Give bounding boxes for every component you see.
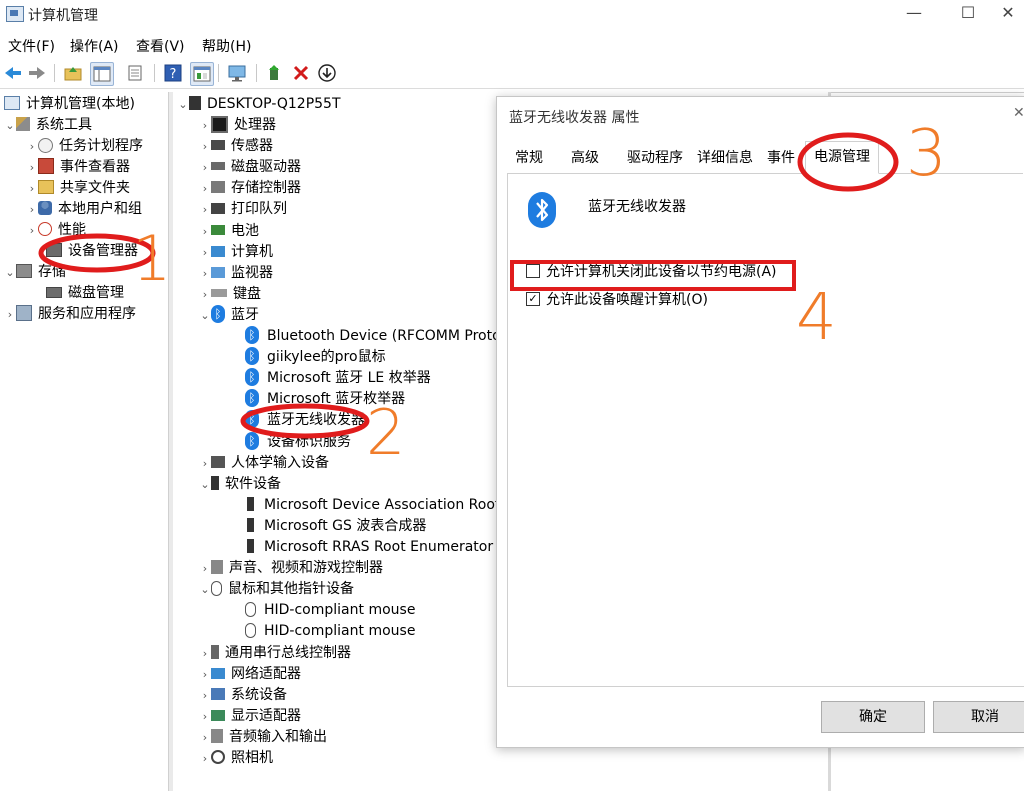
- annotation-ellipse-3: [797, 132, 899, 192]
- annotation-number-4: 4: [796, 281, 837, 355]
- annotation-number-3: 3: [906, 117, 947, 191]
- annotation-overlay: [38, 132, 899, 439]
- annotation-number-1: 1: [132, 222, 172, 295]
- annotation-ellipse-2: [240, 403, 370, 439]
- annotation-rect-4: [510, 260, 796, 291]
- annotation-number-2: 2: [366, 396, 406, 469]
